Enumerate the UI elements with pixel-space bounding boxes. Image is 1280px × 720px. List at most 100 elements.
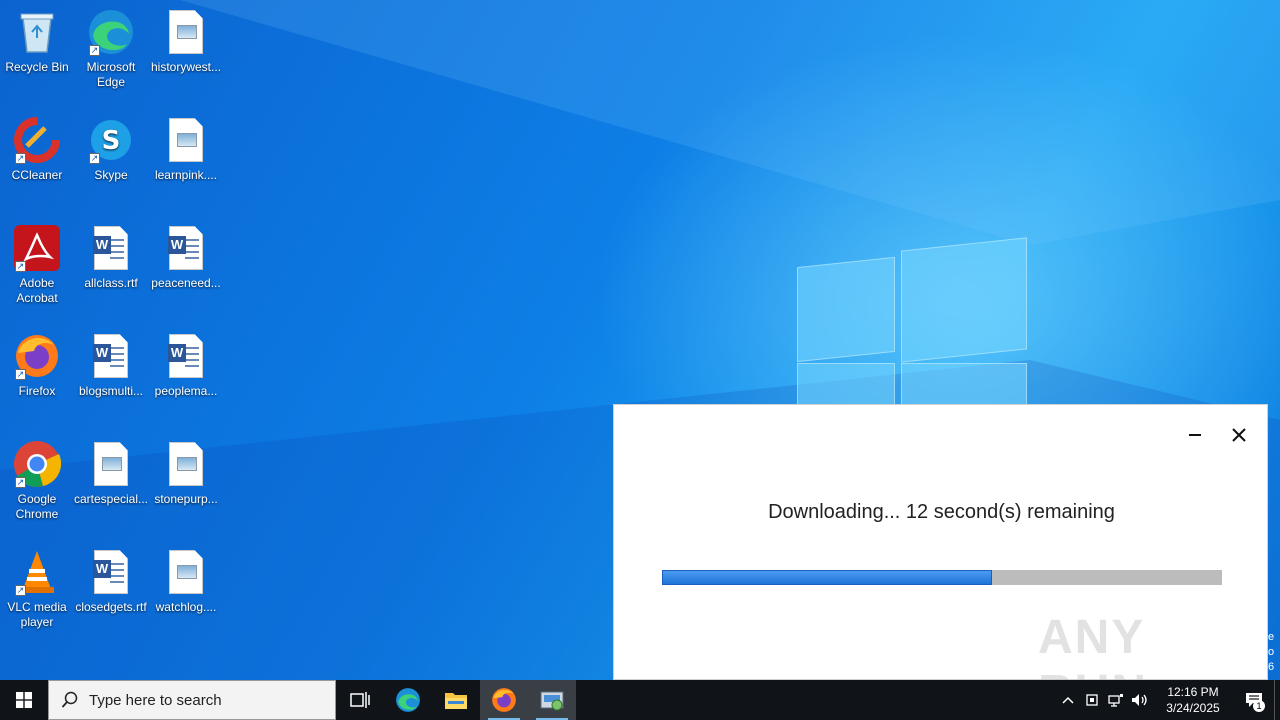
desktop-icon-label: stonepurp... bbox=[154, 492, 218, 506]
shortcut-arrow-icon: ↗ bbox=[89, 45, 100, 56]
google-chrome-icon: ↗ bbox=[13, 440, 61, 488]
download-progress-bar bbox=[662, 570, 1222, 585]
desktop-icon-label: learnpink.... bbox=[154, 168, 218, 182]
desktop-icon-blogsmulti[interactable]: W blogsmulti... bbox=[74, 332, 148, 399]
desktop-icon-watchlog[interactable]: watchlog.... bbox=[149, 548, 223, 615]
close-button[interactable] bbox=[1224, 423, 1254, 447]
desktop-icon-ccleaner[interactable]: ↗ CCleaner bbox=[0, 116, 74, 183]
desktop-icon-google-chrome[interactable]: ↗ Google Chrome bbox=[0, 440, 74, 522]
word-document-icon: W bbox=[162, 332, 210, 380]
download-progress-fill bbox=[662, 570, 993, 585]
desktop-icon-label: cartespecial... bbox=[73, 492, 149, 506]
windows-logo-pane bbox=[901, 237, 1027, 363]
desktop-icon-label: Skype bbox=[94, 168, 128, 182]
desktop-icon-label: closedgets.rtf bbox=[75, 600, 147, 614]
tray-device-button[interactable] bbox=[1080, 680, 1104, 720]
desktop-icon-firefox[interactable]: ↗ Firefox bbox=[0, 332, 74, 399]
shortcut-arrow-icon: ↗ bbox=[15, 477, 26, 488]
search-icon bbox=[61, 691, 78, 708]
shortcut-arrow-icon: ↗ bbox=[15, 369, 26, 380]
svg-text:S: S bbox=[102, 126, 121, 156]
desktop-icon-peoplema[interactable]: W peoplema... bbox=[149, 332, 223, 399]
desktop-icon-label: VLC media player bbox=[7, 600, 67, 629]
windows-logo-pane bbox=[901, 363, 1027, 405]
taskbar-search-box[interactable]: Type here to search bbox=[48, 680, 336, 720]
taskbar: Type here to search 12:16 PM 3/24/2025 1 bbox=[0, 680, 1280, 720]
desktop-icon-historywest[interactable]: historywest... bbox=[149, 8, 223, 75]
search-placeholder: Type here to search bbox=[89, 691, 222, 709]
edge-char: 6 bbox=[1268, 661, 1275, 673]
desktop-icon-label: Google Chrome bbox=[15, 492, 59, 521]
vlc-cone-icon: ↗ bbox=[13, 548, 61, 596]
volume-button[interactable] bbox=[1128, 680, 1152, 720]
adobe-acrobat-icon: ↗ bbox=[13, 224, 61, 272]
installer-icon bbox=[540, 691, 564, 711]
desktop-icon-peaceneed[interactable]: W peaceneed... bbox=[149, 224, 223, 291]
device-icon bbox=[1086, 694, 1098, 706]
network-button[interactable] bbox=[1104, 680, 1128, 720]
desktop-icon-label: Recycle Bin bbox=[5, 60, 69, 74]
image-file-icon bbox=[162, 8, 210, 56]
desktop-icon-skype[interactable]: S ↗ Skype bbox=[74, 116, 148, 183]
firefox-icon: ↗ bbox=[13, 332, 61, 380]
speaker-icon bbox=[1132, 694, 1147, 706]
skype-icon: S ↗ bbox=[87, 116, 135, 164]
desktop-icon-allclass-rtf[interactable]: W allclass.rtf bbox=[74, 224, 148, 291]
taskbar-firefox[interactable] bbox=[480, 680, 528, 720]
desktop-icon-label: allclass.rtf bbox=[84, 276, 138, 290]
show-hidden-icons-button[interactable] bbox=[1056, 680, 1080, 720]
word-document-icon: W bbox=[162, 224, 210, 272]
shortcut-arrow-icon: ↗ bbox=[15, 585, 26, 596]
microsoft-edge-icon bbox=[396, 688, 420, 712]
task-view-button[interactable] bbox=[336, 680, 384, 720]
windows-start-icon bbox=[16, 692, 32, 708]
windows-logo-pane bbox=[797, 256, 895, 363]
image-file-icon bbox=[87, 440, 135, 488]
taskbar-clock[interactable]: 12:16 PM 3/24/2025 bbox=[1158, 684, 1228, 716]
shortcut-arrow-icon: ↗ bbox=[89, 153, 100, 164]
minimize-button[interactable] bbox=[1180, 423, 1210, 447]
desktop-icon-microsoft-edge[interactable]: ↗ Microsoft Edge bbox=[74, 8, 148, 90]
ccleaner-icon: ↗ bbox=[13, 116, 61, 164]
desktop-icon-closedgets-rtf[interactable]: W closedgets.rtf bbox=[74, 548, 148, 615]
microsoft-edge-icon: ↗ bbox=[87, 8, 135, 56]
desktop-icon-label: peaceneed... bbox=[151, 276, 221, 290]
word-document-icon: W bbox=[87, 548, 135, 596]
download-dialog: Downloading... 12 second(s) remaining AN… bbox=[613, 404, 1268, 719]
download-status-text: Downloading... 12 second(s) remaining bbox=[768, 501, 1115, 523]
taskbar-installer[interactable] bbox=[528, 680, 576, 720]
taskbar-file-explorer[interactable] bbox=[432, 680, 480, 720]
desktop-icon-recycle-bin[interactable]: Recycle Bin bbox=[0, 8, 74, 75]
taskbar-edge[interactable] bbox=[384, 680, 432, 720]
close-icon bbox=[1232, 428, 1246, 442]
desktop-icon-vlc[interactable]: ↗ VLC media player bbox=[0, 548, 74, 630]
chevron-up-icon bbox=[1062, 696, 1074, 704]
word-document-icon: W bbox=[87, 224, 135, 272]
network-icon bbox=[1108, 694, 1123, 707]
clock-date: 3/24/2025 bbox=[1166, 701, 1220, 715]
clock-time: 12:16 PM bbox=[1167, 685, 1219, 699]
edge-char: o bbox=[1268, 646, 1275, 658]
desktop-icon-label: Adobe Acrobat bbox=[16, 276, 58, 305]
notification-count-badge: 1 bbox=[1253, 700, 1265, 712]
minimize-icon bbox=[1189, 434, 1201, 436]
desktop-icon-label: peoplema... bbox=[154, 384, 218, 398]
task-view-icon bbox=[350, 692, 370, 708]
edge-text-strip: e o 6 bbox=[1268, 630, 1280, 675]
desktop-icon-label: Microsoft Edge bbox=[86, 60, 136, 89]
desktop-icon-cartespecial[interactable]: cartespecial... bbox=[74, 440, 148, 507]
image-file-icon bbox=[162, 116, 210, 164]
desktop-icon-adobe-acrobat[interactable]: ↗ Adobe Acrobat bbox=[0, 224, 74, 306]
start-button[interactable] bbox=[0, 680, 48, 720]
action-center-button[interactable]: 1 bbox=[1234, 680, 1274, 720]
shortcut-arrow-icon: ↗ bbox=[15, 261, 26, 272]
image-file-icon bbox=[162, 548, 210, 596]
windows-logo-pane bbox=[797, 363, 895, 405]
desktop-icon-label: watchlog.... bbox=[155, 600, 217, 614]
firefox-icon bbox=[492, 688, 516, 712]
image-file-icon bbox=[162, 440, 210, 488]
show-desktop-button[interactable] bbox=[1274, 680, 1280, 720]
desktop-icon-stonepurp[interactable]: stonepurp... bbox=[149, 440, 223, 507]
word-document-icon: W bbox=[87, 332, 135, 380]
desktop-icon-learnpink[interactable]: learnpink.... bbox=[149, 116, 223, 183]
